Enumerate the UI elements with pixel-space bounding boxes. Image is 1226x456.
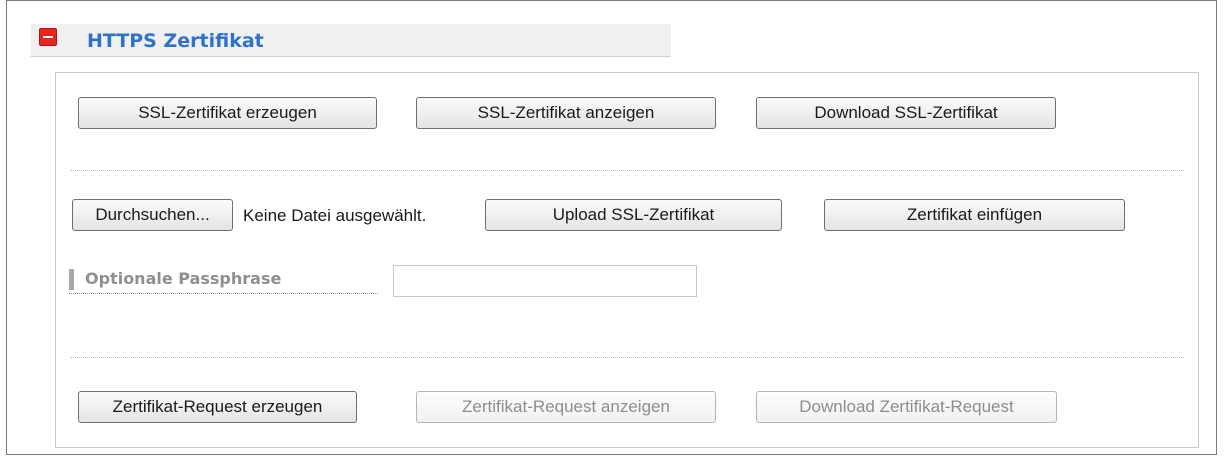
download-ssl-certificate-button[interactable]: Download SSL-Zertifikat <box>756 97 1056 129</box>
section-header: HTTPS Zertifikat <box>31 24 671 57</box>
certificate-panel: SSL-Zertifikat erzeugen SSL-Zertifikat a… <box>55 72 1199 448</box>
create-ssl-certificate-button[interactable]: SSL-Zertifikat erzeugen <box>78 97 377 129</box>
divider <box>71 357 1184 358</box>
browse-file-button[interactable]: Durchsuchen... <box>72 199 233 231</box>
collapse-minus-icon[interactable] <box>39 28 57 46</box>
section-title: HTTPS Zertifikat <box>87 30 264 52</box>
insert-certificate-button[interactable]: Zertifikat einfügen <box>824 199 1125 231</box>
file-status-text: Keine Datei ausgewählt. <box>243 206 427 225</box>
show-ssl-certificate-button[interactable]: SSL-Zertifikat anzeigen <box>416 97 716 129</box>
show-certificate-request-button: Zertifikat-Request anzeigen <box>416 391 716 423</box>
upload-ssl-certificate-button[interactable]: Upload SSL-Zertifikat <box>485 199 782 231</box>
divider <box>71 170 1184 171</box>
passphrase-input[interactable] <box>393 265 697 297</box>
passphrase-label: Optionale Passphrase <box>85 269 282 288</box>
passphrase-label-row: Optionale Passphrase <box>69 267 378 294</box>
label-marker <box>69 269 74 290</box>
create-certificate-request-button[interactable]: Zertifikat-Request erzeugen <box>78 391 357 423</box>
download-certificate-request-button: Download Zertifikat-Request <box>756 391 1057 423</box>
